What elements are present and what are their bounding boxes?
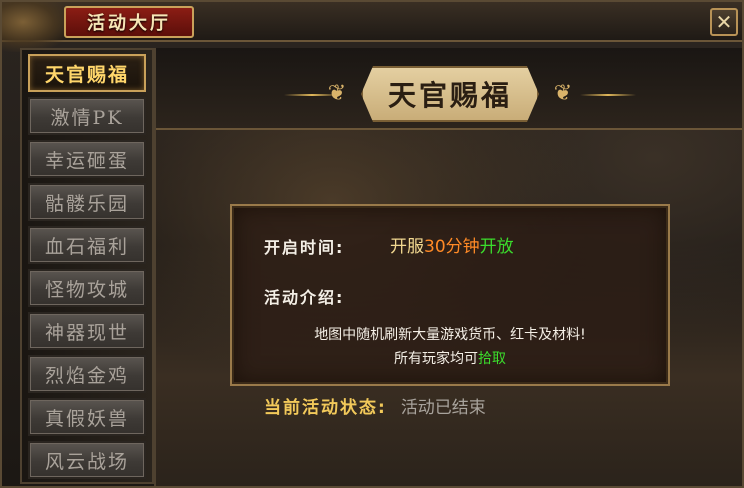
open-time-highlight: 30分钟 <box>424 237 480 257</box>
menu-item-label: 血石福利 <box>44 235 129 258</box>
menu-item-xingyun-zadan[interactable]: 幸运砸蛋 <box>28 140 146 178</box>
intro-label: 活动介绍: <box>264 288 345 307</box>
intro-line-2: 所有玩家均可拾取 <box>232 348 668 368</box>
menu-item-guaiwu-gongcheng[interactable]: 怪物攻城 <box>28 269 146 307</box>
swirl-ornament-icon: ❦ <box>553 81 573 106</box>
status-value: 活动已结束 <box>400 397 486 418</box>
status-label: 当前活动状态: <box>264 397 387 418</box>
open-time-prefix: 开服 <box>390 237 424 257</box>
menu-item-label: 天官赐福 <box>44 63 129 86</box>
activity-title: 天官赐福 <box>387 79 512 112</box>
menu-item-label: 幸运砸蛋 <box>44 149 129 172</box>
intro-line-2-highlight: 拾取 <box>478 351 506 367</box>
activity-hall-window: 活动大厅 ✕ 天官赐福 激情PK 幸运砸蛋 骷髅乐园 血石福利 怪物攻城 神器现… <box>0 0 744 488</box>
activity-status-row: 当前活动状态: 活动已结束 <box>264 393 486 418</box>
menu-item-label: 烈焰金鸡 <box>44 364 129 387</box>
banner-divider-right <box>580 94 636 96</box>
open-time-value: 开服30分钟开放 <box>390 232 514 257</box>
activity-banner: ❦ 天官赐福 ❦ <box>156 48 742 130</box>
title-bar: 活动大厅 ✕ <box>2 2 742 52</box>
menu-item-label: 神器现世 <box>44 321 129 344</box>
open-time-suffix: 开放 <box>479 237 514 257</box>
menu-item-jiqing-pk[interactable]: 激情PK <box>28 97 146 135</box>
menu-item-lieyan-jinji[interactable]: 烈焰金鸡 <box>28 355 146 393</box>
swirl-ornament-icon: ❦ <box>327 81 347 106</box>
activity-detail-panel: ❦ 天官赐福 ❦ 开启时间: 开服30分钟开放 活动介绍: 地图中随机刷新大量游… <box>154 48 742 486</box>
title-tab: 活动大厅 <box>64 6 194 38</box>
menu-item-label: 风云战场 <box>44 450 129 473</box>
menu-item-label: 怪物攻城 <box>44 278 129 301</box>
open-time-label: 开启时间: <box>264 238 345 257</box>
menu-item-xueshi-fuli[interactable]: 血石福利 <box>28 226 146 264</box>
menu-item-label: 骷髅乐园 <box>44 192 129 215</box>
intro-line-1: 地图中随机刷新大量游戏货币、红卡及材料! <box>314 327 586 343</box>
menu-item-label: 激情PK <box>50 106 124 129</box>
menu-item-tianguan-cifu[interactable]: 天官赐福 <box>28 54 146 92</box>
close-button[interactable]: ✕ <box>710 8 738 36</box>
dragon-ornament-icon <box>2 2 72 52</box>
activity-info-box: 开启时间: 开服30分钟开放 活动介绍: 地图中随机刷新大量游戏货币、红卡及材料… <box>230 204 670 386</box>
menu-item-shenqi-xianshi[interactable]: 神器现世 <box>28 312 146 350</box>
banner-plate: 天官赐福 <box>361 66 539 122</box>
menu-item-fengyun-zhanchang[interactable]: 风云战场 <box>28 441 146 479</box>
window-title: 活动大厅 <box>87 13 171 34</box>
intro-line-2-prefix: 所有玩家均可 <box>394 351 478 367</box>
menu-item-kulou-leyuan[interactable]: 骷髅乐园 <box>28 183 146 221</box>
menu-item-zhenjia-yaoshou[interactable]: 真假妖兽 <box>28 398 146 436</box>
activity-menu: 天官赐福 激情PK 幸运砸蛋 骷髅乐园 血石福利 怪物攻城 神器现世 烈焰金鸡 … <box>20 48 154 484</box>
menu-item-label: 真假妖兽 <box>44 407 129 430</box>
close-icon: ✕ <box>715 10 733 34</box>
